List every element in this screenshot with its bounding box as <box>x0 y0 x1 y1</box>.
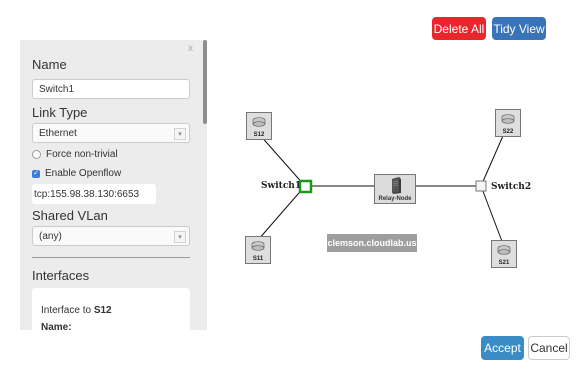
interface-card: Interface to S12 Name: <box>32 288 190 330</box>
chevron-down-icon: ▾ <box>174 128 186 140</box>
router-icon <box>251 241 265 251</box>
interface-title-prefix: Interface to <box>41 305 94 316</box>
enable-openflow-option[interactable]: ✓ Enable Openflow <box>32 168 121 179</box>
node-label: Relay-Node <box>378 196 412 202</box>
link-s11-switch1[interactable] <box>257 185 306 241</box>
panel-scrollbar[interactable] <box>203 40 207 124</box>
router-icon <box>497 245 511 255</box>
divider <box>32 257 190 258</box>
server-icon <box>392 177 401 194</box>
switch1-node[interactable] <box>298 179 313 194</box>
cancel-button[interactable]: Cancel <box>528 336 570 360</box>
link-type-select[interactable]: Ethernet ▾ <box>32 123 190 143</box>
node-label: S22 <box>502 129 514 135</box>
router-node-s21[interactable]: S21 <box>491 240 517 268</box>
node-label: S11 <box>252 256 264 262</box>
router-node-s11[interactable]: S11 <box>245 236 271 264</box>
switch2-label: Switch2 <box>491 182 532 192</box>
node-label: S12 <box>253 132 265 138</box>
delete-all-button[interactable]: Delete All <box>432 17 486 40</box>
accept-button[interactable]: Accept <box>481 336 524 360</box>
router-icon <box>501 114 515 124</box>
interfaces-heading: Interfaces <box>32 268 90 283</box>
router-node-s22[interactable]: S22 <box>495 109 521 137</box>
site-badge[interactable]: clemson.cloudlab.us <box>327 234 417 252</box>
link-type-value: Ethernet <box>39 127 77 139</box>
link-s12-switch1[interactable] <box>258 133 306 187</box>
checkbox-checked-icon[interactable]: ✓ <box>32 169 40 178</box>
radio-icon[interactable] <box>32 150 41 159</box>
interface-name-label: Name: <box>41 322 72 330</box>
shared-vlan-select[interactable]: (any) ▾ <box>32 226 190 246</box>
tidy-view-button[interactable]: Tidy View <box>492 17 546 40</box>
link-switch2-s21[interactable] <box>480 185 504 245</box>
enable-openflow-label: Enable Openflow <box>45 168 122 179</box>
interface-target: S12 <box>93 305 112 316</box>
node-label: S21 <box>498 260 510 266</box>
close-icon[interactable]: x <box>188 43 193 54</box>
force-non-trivial-label: Force non-trivial <box>46 149 118 160</box>
link-switch2-s22[interactable] <box>480 128 507 187</box>
link-type-label: Link Type <box>32 105 88 120</box>
properties-panel: x Name Switch1 Link Type Ethernet ▾ Forc… <box>20 40 207 330</box>
router-icon <box>252 117 266 127</box>
interface-title: Interface to S12 <box>41 305 112 316</box>
name-input[interactable]: Switch1 <box>32 79 190 99</box>
switch2-node[interactable] <box>475 180 487 192</box>
shared-vlan-label: Shared VLan <box>32 208 108 223</box>
topology-canvas[interactable]: S12 S11 S22 S21 Relay-Node Switch1 Switc… <box>220 90 570 290</box>
name-label: Name <box>32 57 67 72</box>
switch1-label: Switch1 <box>261 181 302 191</box>
openflow-url-input[interactable]: tcp:155.98.38.130:6653 <box>32 184 156 204</box>
router-node-s12[interactable]: S12 <box>246 112 272 140</box>
relay-node[interactable]: Relay-Node <box>374 174 416 204</box>
chevron-down-icon: ▾ <box>174 231 186 243</box>
shared-vlan-value: (any) <box>39 230 62 242</box>
force-non-trivial-option[interactable]: Force non-trivial <box>32 149 118 160</box>
